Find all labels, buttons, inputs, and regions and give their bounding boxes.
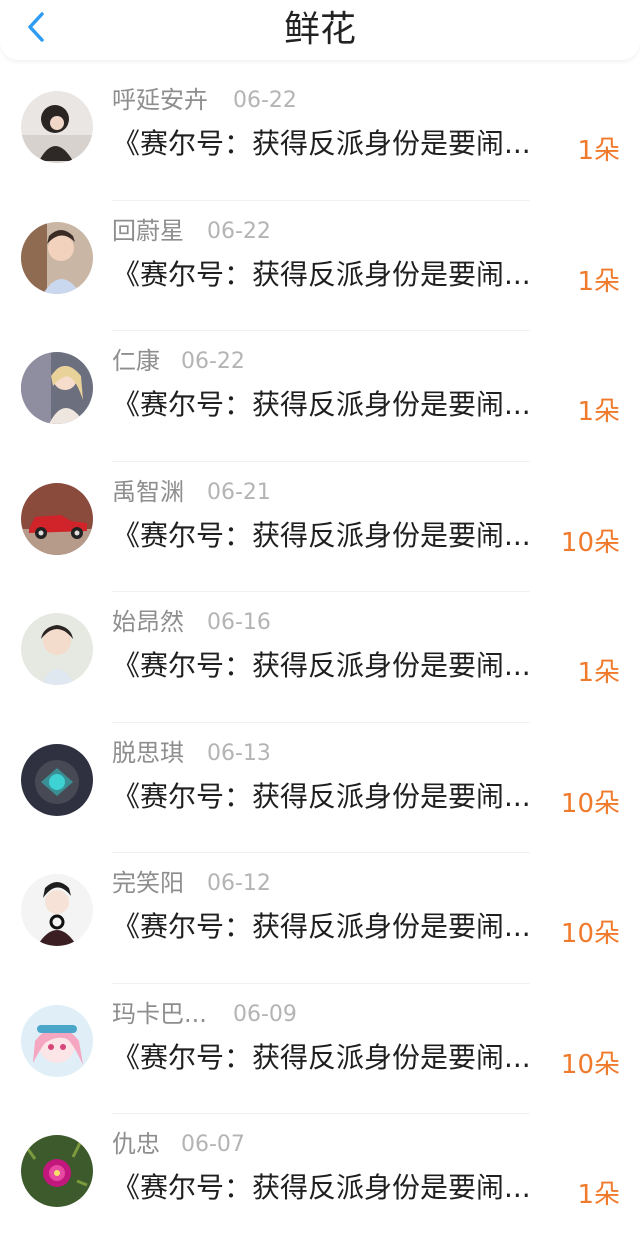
user-name: 呼延安卉 (112, 86, 208, 114)
date-label: 06-13 (207, 740, 271, 766)
avatar[interactable] (21, 874, 93, 946)
user-name: 禹智渊 (112, 477, 184, 506)
list-item[interactable]: 禹智渊 06-21 《赛尔号：获得反派身份是要闹... 10朵 (0, 462, 640, 592)
date-label: 06-22 (233, 88, 297, 113)
list-item[interactable]: 回蔚星 06-22 《赛尔号：获得反派身份是要闹... 1朵 (0, 201, 640, 331)
avatar[interactable] (21, 613, 93, 685)
book-title: 《赛尔号：获得反派身份是要闹... (112, 127, 531, 160)
date-label: 06-09 (233, 1001, 297, 1027)
list-item[interactable]: 完笑阳 06-12 《赛尔号：获得反派身份是要闹... 10朵 (0, 853, 640, 984)
page-title: 鲜花 (283, 9, 356, 50)
date-label: 06-07 (181, 1132, 245, 1157)
list-item[interactable]: 仁康 06-22 《赛尔号：获得反派身份是要闹... 1朵 (0, 331, 640, 462)
flower-count: 10朵 (560, 1049, 620, 1080)
date-label: 06-16 (207, 610, 271, 635)
top-bar: 鲜花 (0, 0, 640, 60)
list-item[interactable]: 玛卡巴... 06-09 《赛尔号：获得反派身份是要闹... 10朵 (0, 984, 640, 1114)
user-name: 完笑阳 (112, 869, 184, 897)
flower-count: 1朵 (577, 136, 620, 166)
user-name: 始昂然 (112, 608, 184, 636)
flower-count: 10朵 (560, 527, 620, 558)
list-item[interactable]: 仇忠 06-07 《赛尔号：获得反派身份是要闹... 1朵 (0, 1114, 640, 1245)
list-item[interactable]: 脱思琪 06-13 《赛尔号：获得反派身份是要闹... 10朵 (0, 723, 640, 853)
flower-count: 1朵 (577, 1180, 620, 1210)
book-title: 《赛尔号：获得反派身份是要闹... (112, 388, 531, 421)
book-title: 《赛尔号：获得反派身份是要闹... (112, 1040, 531, 1074)
user-name: 回蔚星 (112, 216, 184, 245)
user-name: 仇忠 (112, 1130, 160, 1158)
date-label: 06-22 (207, 218, 271, 244)
list-item[interactable]: 始昂然 06-16 《赛尔号：获得反派身份是要闹... 1朵 (0, 592, 640, 723)
user-name: 脱思琪 (112, 738, 184, 767)
date-label: 06-21 (207, 479, 271, 505)
flower-list: 呼延安卉 06-22 《赛尔号：获得反派身份是要闹... 1朵 回蔚星 06-2… (0, 70, 640, 1245)
book-title: 《赛尔号：获得反派身份是要闹... (112, 518, 531, 552)
flower-count: 1朵 (577, 266, 620, 297)
avatar[interactable] (21, 1135, 93, 1207)
book-title: 《赛尔号：获得反派身份是要闹... (112, 910, 531, 943)
flower-count: 10朵 (560, 788, 620, 819)
avatar[interactable] (21, 91, 93, 163)
book-title: 《赛尔号：获得反派身份是要闹... (112, 779, 531, 813)
user-name: 仁康 (112, 347, 160, 375)
book-title: 《赛尔号：获得反派身份是要闹... (112, 257, 531, 291)
list-item[interactable]: 呼延安卉 06-22 《赛尔号：获得反派身份是要闹... 1朵 (0, 70, 640, 201)
avatar[interactable] (21, 743, 93, 816)
avatar[interactable] (21, 352, 93, 424)
flower-count: 1朵 (577, 658, 620, 688)
avatar[interactable] (21, 1004, 93, 1077)
date-label: 06-22 (181, 349, 245, 374)
flower-count: 10朵 (560, 919, 620, 949)
avatar[interactable] (21, 221, 93, 294)
date-label: 06-12 (207, 871, 271, 896)
flower-count: 1朵 (577, 397, 620, 427)
book-title: 《赛尔号：获得反派身份是要闹... (112, 649, 531, 682)
avatar[interactable] (21, 482, 93, 555)
user-name: 玛卡巴... (112, 999, 207, 1028)
book-title: 《赛尔号：获得反派身份是要闹... (112, 1171, 531, 1204)
